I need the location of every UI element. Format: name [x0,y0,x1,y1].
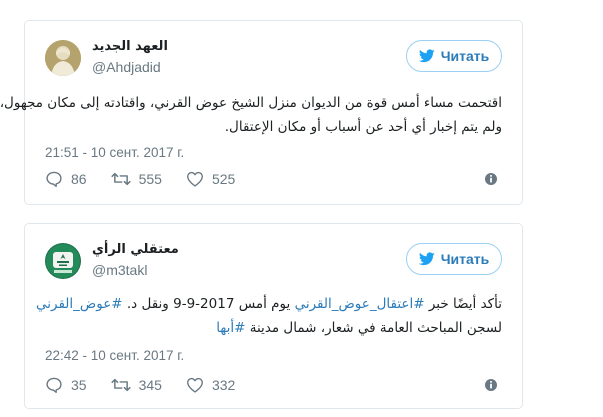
reply-icon [46,377,62,393]
tweet-text-line: تأكد أيضًا خبر #اعتقال_عوض_القرني يوم أم… [36,292,502,316]
like-button[interactable]: 525 [186,171,235,187]
tweet-text-line: لسجن المباحث العامة في شعار، شمال مدينة … [45,316,502,340]
tweet-actions: 35 345 332 [45,375,502,395]
follow-label: Читать [440,251,490,267]
retweet-button[interactable]: 345 [111,377,162,393]
tweet-text: اقتحمت مساء أمس قوة من الديوان منزل الشي… [0,91,502,139]
timestamp-link[interactable]: 21:51 - 10 сент. 2017 г. [45,145,184,160]
text-segment: لسجن المباحث العامة في شعار، شمال مدينة [245,320,502,336]
tweet-card[interactable]: معتقلي الرأي @m3takl Читать تأكد أيضًا خ… [24,223,523,409]
text-segment: يوم أمس 2017-9-9 ونقل د. [122,296,295,312]
retweet-icon [111,378,131,392]
tweet-text-line: ولم يتم إخبار أي أحد عن أسباب أو مكان ال… [224,119,502,135]
retweet-count: 555 [138,171,162,187]
tweet-text-line: اقتحمت مساء أمس قوة من الديوان منزل الشي… [0,95,502,111]
like-count: 332 [211,377,236,393]
tweet-card[interactable]: العهد الجديد @Ahdjadid Читать اقتحمت مسا… [0,20,523,205]
hashtag-link[interactable]: #اعتقال_عوض_القرني [295,296,425,312]
retweet-button[interactable]: 555 [111,171,162,187]
twitter-bird-icon [418,49,435,63]
avatar-image [45,243,81,279]
like-button[interactable]: 332 [186,377,235,393]
reply-button[interactable]: 86 [45,171,87,187]
follow-button[interactable]: Читать [406,243,502,275]
author-name[interactable]: العهد الجديد [92,39,168,54]
reply-count: 35 [71,377,87,393]
author-handle[interactable]: @m3takl [92,262,147,278]
info-icon[interactable] [484,172,498,186]
author-handle[interactable]: @Ahdjadid [92,59,161,75]
author-name[interactable]: معتقلي الرأي [92,242,179,257]
hashtag-link[interactable]: #عوض_القرني [36,296,123,312]
timestamp-link[interactable]: 22:42 - 10 сент. 2017 г. [45,348,184,363]
retweet-count: 345 [138,377,162,393]
tweet-actions: 86 555 525 [45,169,502,189]
avatar-image [45,40,81,76]
info-icon[interactable] [484,378,498,392]
follow-button[interactable]: Читать [406,40,502,72]
like-count: 525 [211,171,236,187]
follow-label: Читать [440,48,490,64]
hashtag-link[interactable]: #أبها [216,320,245,336]
retweet-icon [111,172,131,186]
tweet-text: تأكد أيضًا خبر #اعتقال_عوض_القرني يوم أم… [36,292,502,340]
text-segment: تأكد أيضًا خبر [424,296,502,312]
reply-icon [46,171,62,187]
like-icon [186,171,203,187]
reply-count: 86 [71,171,87,187]
avatar[interactable] [45,243,81,279]
twitter-bird-icon [418,252,435,266]
reply-button[interactable]: 35 [45,377,87,393]
like-icon [186,377,203,393]
avatar[interactable] [45,40,81,76]
